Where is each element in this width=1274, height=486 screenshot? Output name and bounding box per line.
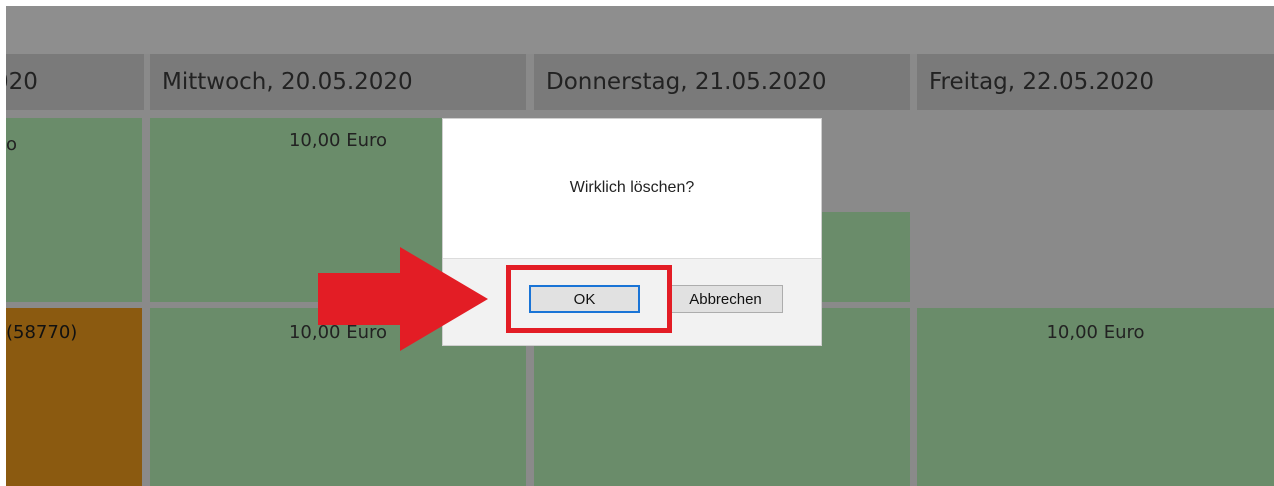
column-header-wednesday: Mittwoch, 20.05.2020 <box>150 54 526 110</box>
column-header-label: 020 <box>6 69 38 95</box>
column-header-friday: Freitag, 22.05.2020 <box>917 54 1274 110</box>
calendar-cell[interactable]: 10,00 Euro <box>917 308 1274 486</box>
calendar-cell-booked[interactable]: (58770) <box>6 308 142 486</box>
calendar-cell[interactable]: o <box>6 118 142 302</box>
cell-text: (58770) <box>6 322 78 343</box>
column-header-thursday: Donnerstag, 21.05.2020 <box>534 54 910 110</box>
cell-price: 10,00 Euro <box>288 322 388 343</box>
column-header-label: Mittwoch, 20.05.2020 <box>162 69 413 95</box>
cell-text: o <box>6 134 18 155</box>
column-header-label: Donnerstag, 21.05.2020 <box>546 69 827 95</box>
cancel-button[interactable]: Abbrechen <box>668 285 783 313</box>
cell-price: 10,00 Euro <box>288 130 388 151</box>
column-header-label: Freitag, 22.05.2020 <box>929 69 1155 95</box>
ok-button[interactable]: OK <box>529 285 640 313</box>
dialog-message: Wirklich löschen? <box>569 179 695 196</box>
cell-price: 10,00 Euro <box>1046 322 1145 343</box>
confirm-dialog: Wirklich löschen? OK Abbrechen <box>442 118 822 346</box>
top-bar <box>6 6 1274 54</box>
column-header-tuesday: 020 <box>6 54 144 110</box>
